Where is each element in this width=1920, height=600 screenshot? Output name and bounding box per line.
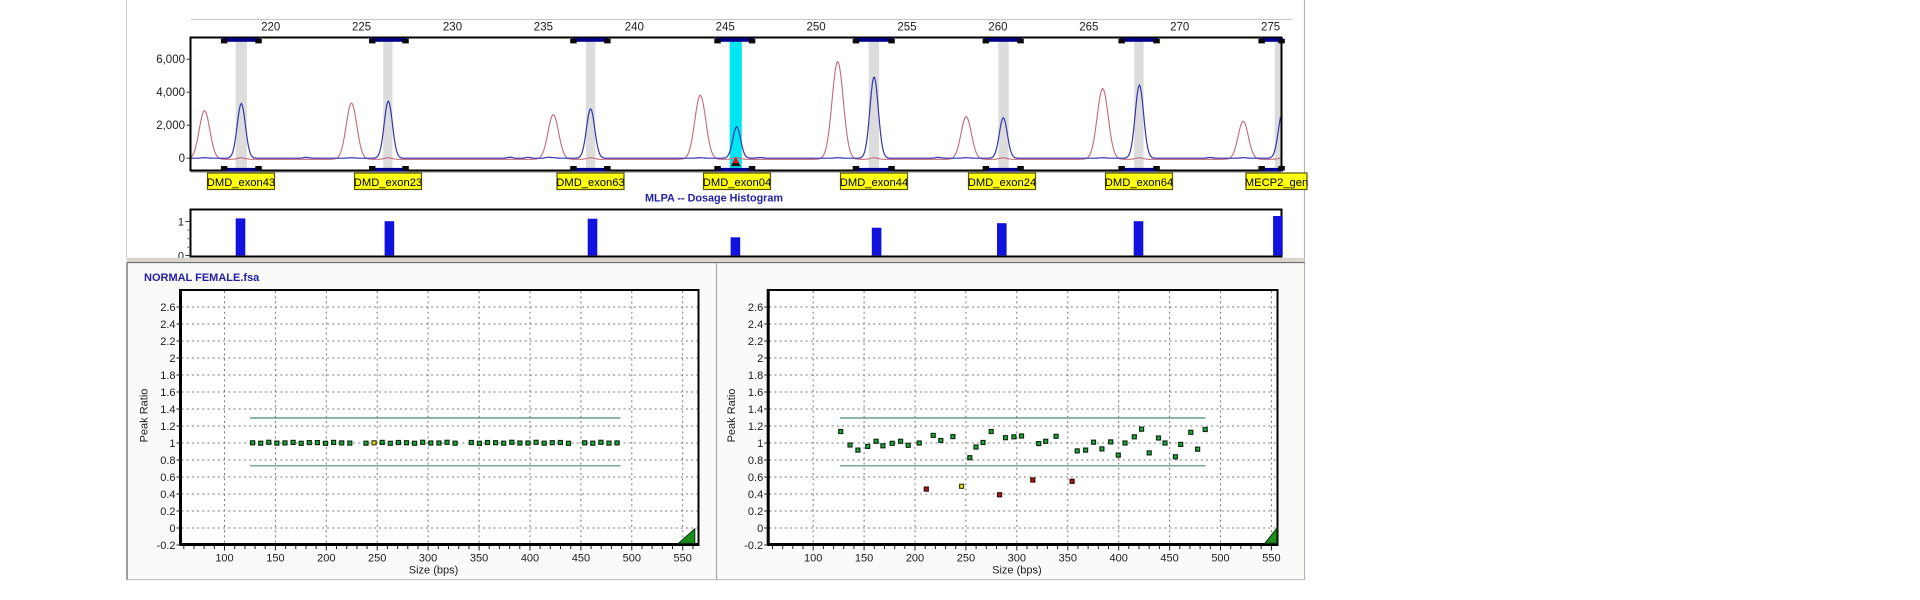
svg-text:2.6: 2.6 <box>748 302 763 314</box>
svg-text:2.4: 2.4 <box>160 319 175 331</box>
svg-text:1.6: 1.6 <box>160 387 175 399</box>
svg-text:1.2: 1.2 <box>748 421 763 433</box>
svg-text:500: 500 <box>1211 553 1229 565</box>
svg-text:500: 500 <box>623 553 641 565</box>
svg-text:100: 100 <box>804 553 822 565</box>
svg-text:550: 550 <box>674 553 692 565</box>
svg-text:240: 240 <box>625 22 644 34</box>
svg-text:0.6: 0.6 <box>748 472 763 484</box>
svg-text:Size (bps): Size (bps) <box>409 565 459 577</box>
svg-text:6,000: 6,000 <box>156 54 185 66</box>
svg-text:260: 260 <box>988 22 1007 34</box>
svg-text:235: 235 <box>534 22 553 34</box>
svg-text:200: 200 <box>317 553 335 565</box>
svg-text:2: 2 <box>169 353 175 365</box>
svg-text:2: 2 <box>757 353 763 365</box>
svg-text:450: 450 <box>1160 553 1178 565</box>
svg-text:1.8: 1.8 <box>160 370 175 382</box>
svg-text:1: 1 <box>757 438 763 450</box>
svg-text:DMD_exon43: DMD_exon43 <box>207 177 275 189</box>
svg-text:0.4: 0.4 <box>748 489 763 501</box>
svg-text:1: 1 <box>178 217 184 229</box>
svg-text:0.2: 0.2 <box>160 506 175 518</box>
svg-text:250: 250 <box>807 22 826 34</box>
svg-text:0.6: 0.6 <box>160 472 175 484</box>
svg-text:DMD_exon04: DMD_exon04 <box>703 177 771 189</box>
svg-text:225: 225 <box>352 22 371 34</box>
svg-text:4,000: 4,000 <box>156 87 185 99</box>
svg-text:0.8: 0.8 <box>160 455 175 467</box>
svg-text:2.4: 2.4 <box>748 319 763 331</box>
svg-text:200: 200 <box>906 553 924 565</box>
svg-text:DMD_exon24: DMD_exon24 <box>968 177 1036 189</box>
svg-text:1: 1 <box>169 438 175 450</box>
svg-text:245: 245 <box>716 22 735 34</box>
svg-text:DMD_exon23: DMD_exon23 <box>354 177 422 189</box>
svg-text:150: 150 <box>266 553 284 565</box>
svg-text:-0.2: -0.2 <box>157 540 176 552</box>
svg-text:1.4: 1.4 <box>160 404 175 416</box>
svg-text:0.2: 0.2 <box>748 506 763 518</box>
svg-text:350: 350 <box>1059 553 1077 565</box>
svg-text:DMD_exon64: DMD_exon64 <box>1105 177 1173 189</box>
svg-text:Peak Ratio: Peak Ratio <box>726 389 738 443</box>
svg-text:250: 250 <box>368 553 386 565</box>
svg-text:255: 255 <box>897 22 916 34</box>
svg-text:0.8: 0.8 <box>748 455 763 467</box>
svg-text:270: 270 <box>1170 22 1189 34</box>
svg-text:265: 265 <box>1079 22 1098 34</box>
svg-text:275: 275 <box>1261 22 1280 34</box>
svg-text:Peak Ratio: Peak Ratio <box>139 389 151 443</box>
svg-text:DMD_exon63: DMD_exon63 <box>556 177 624 189</box>
svg-text:MECP2_gen: MECP2_gen <box>1245 177 1308 189</box>
svg-text:350: 350 <box>470 553 488 565</box>
svg-text:1.8: 1.8 <box>748 370 763 382</box>
svg-text:550: 550 <box>1262 553 1280 565</box>
svg-text:0: 0 <box>179 153 185 165</box>
svg-text:0: 0 <box>169 523 175 535</box>
svg-text:1.4: 1.4 <box>748 404 763 416</box>
svg-text:NORMAL FEMALE.fsa: NORMAL FEMALE.fsa <box>144 272 260 284</box>
svg-text:2.2: 2.2 <box>160 336 175 348</box>
svg-text:2.2: 2.2 <box>748 336 763 348</box>
svg-text:230: 230 <box>443 22 462 34</box>
svg-text:450: 450 <box>572 553 590 565</box>
svg-text:250: 250 <box>957 553 975 565</box>
svg-text:-0.2: -0.2 <box>744 540 763 552</box>
svg-text:220: 220 <box>261 22 280 34</box>
svg-text:Size (bps): Size (bps) <box>992 565 1042 577</box>
svg-text:1.6: 1.6 <box>748 387 763 399</box>
svg-text:1.2: 1.2 <box>160 421 175 433</box>
svg-text:DMD_exon44: DMD_exon44 <box>840 177 908 189</box>
svg-text:MLPA -- Dosage Histogram: MLPA -- Dosage Histogram <box>645 193 783 205</box>
svg-text:0: 0 <box>757 523 763 535</box>
svg-text:400: 400 <box>521 553 539 565</box>
svg-text:300: 300 <box>1008 553 1026 565</box>
svg-text:300: 300 <box>419 553 437 565</box>
svg-text:2.6: 2.6 <box>160 302 175 314</box>
svg-text:2,000: 2,000 <box>156 120 185 132</box>
svg-text:100: 100 <box>215 553 233 565</box>
svg-text:400: 400 <box>1110 553 1128 565</box>
svg-text:150: 150 <box>855 553 873 565</box>
svg-text:0.4: 0.4 <box>160 489 175 501</box>
